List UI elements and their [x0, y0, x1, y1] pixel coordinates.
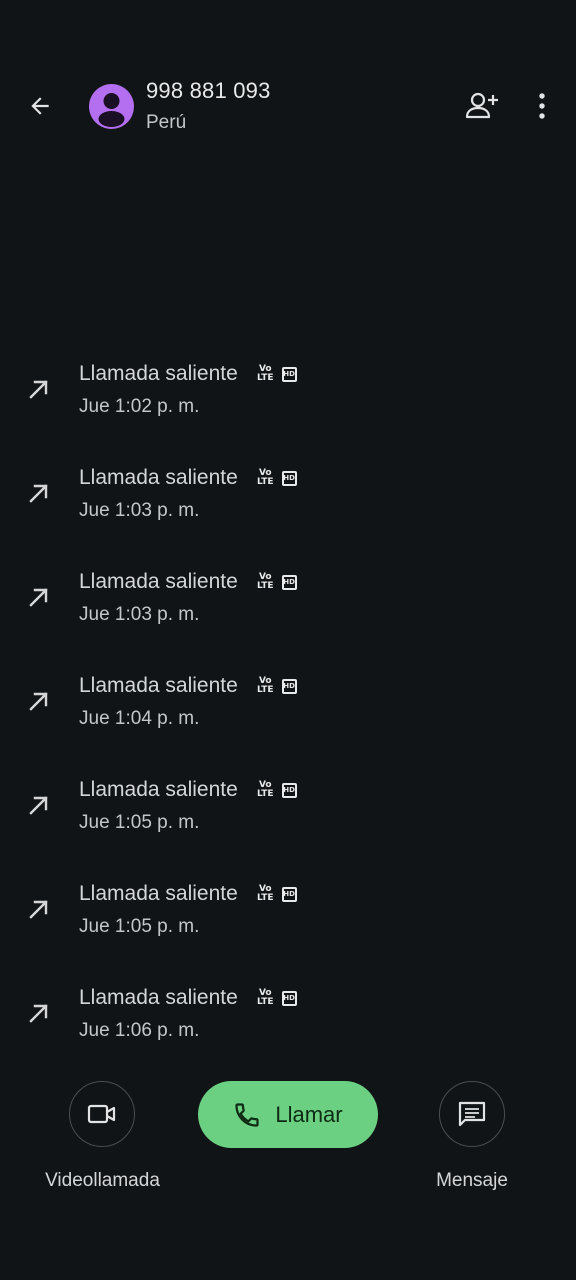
message-label: Mensaje: [436, 1170, 508, 1191]
message-icon: [458, 1101, 486, 1127]
arrow-back-icon: [31, 97, 49, 115]
volte-icon: Vo LTE: [257, 989, 274, 1007]
outgoing-call-icon: [29, 380, 48, 399]
message-button[interactable]: [439, 1081, 505, 1147]
call-history-item[interactable]: Llamada saliente Vo LTE HD Jue 1:03 p. m…: [0, 454, 576, 558]
outgoing-call-icon: [29, 1004, 48, 1023]
call-history-item[interactable]: Llamada saliente Vo LTE HD Jue 1:04 p. m…: [0, 662, 576, 766]
call-time: Jue 1:04 p. m.: [79, 708, 200, 729]
call-history-item[interactable]: Llamada saliente Vo LTE HD Jue 1:02 p. m…: [0, 350, 576, 454]
contact-header: 998 881 093 Perú: [0, 0, 576, 180]
volte-icon: Vo LTE: [257, 885, 274, 903]
volte-icon: Vo LTE: [257, 781, 274, 799]
call-badges: Vo LTE HD: [257, 674, 297, 698]
hd-icon: HD: [281, 678, 297, 694]
action-bar: Videollamada Llamar Mensaje: [0, 1070, 576, 1220]
phone-icon: [235, 1102, 259, 1127]
volte-icon: Vo LTE: [257, 469, 274, 487]
hd-icon: HD: [281, 886, 297, 902]
call-badges: Vo LTE HD: [257, 362, 297, 386]
video-call-button[interactable]: [69, 1081, 135, 1147]
volte-bottom-text: LTE: [257, 685, 274, 695]
contact-country: Perú: [146, 112, 187, 133]
call-time: Jue 1:06 p. m.: [79, 1020, 200, 1041]
call-type-label: Llamada saliente: [79, 986, 238, 1009]
call-history-item[interactable]: Llamada saliente Vo LTE HD Jue 1:05 p. m…: [0, 766, 576, 870]
call-time: Jue 1:02 p. m.: [79, 396, 200, 417]
avatar[interactable]: [89, 84, 134, 129]
outgoing-call-icon: [29, 588, 48, 607]
volte-bottom-text: LTE: [257, 373, 274, 383]
call-time: Jue 1:05 p. m.: [79, 916, 200, 937]
hd-icon: HD: [281, 470, 297, 486]
hd-icon: HD: [281, 782, 297, 798]
call-badges: Vo LTE HD: [257, 778, 297, 802]
call-time: Jue 1:05 p. m.: [79, 812, 200, 833]
more-options-button[interactable]: [520, 84, 564, 128]
call-time: Jue 1:03 p. m.: [79, 500, 200, 521]
outgoing-call-icon: [29, 900, 48, 919]
outgoing-call-icon: [29, 796, 48, 815]
hd-icon: HD: [281, 574, 297, 590]
volte-bottom-text: LTE: [257, 477, 274, 487]
volte-bottom-text: LTE: [257, 893, 274, 903]
outgoing-call-icon: [29, 484, 48, 503]
hd-icon: HD: [281, 366, 297, 382]
call-button[interactable]: Llamar: [198, 1081, 378, 1148]
volte-icon: Vo LTE: [257, 365, 274, 383]
call-badges: Vo LTE HD: [257, 466, 297, 490]
call-badges: Vo LTE HD: [257, 986, 297, 1010]
contact-number: 998 881 093: [146, 78, 271, 103]
volte-icon: Vo LTE: [257, 573, 274, 591]
call-type-label: Llamada saliente: [79, 882, 238, 905]
video-call-label: Videollamada: [45, 1170, 160, 1191]
call-type-label: Llamada saliente: [79, 570, 238, 593]
call-type-label: Llamada saliente: [79, 674, 238, 697]
person-add-icon: [465, 92, 498, 119]
hd-icon: HD: [281, 990, 297, 1006]
call-type-label: Llamada saliente: [79, 466, 238, 489]
outgoing-call-icon: [29, 692, 48, 711]
volte-icon: Vo LTE: [257, 677, 274, 695]
videocam-icon: [87, 1104, 116, 1124]
call-history-list: Llamada saliente Vo LTE HD Jue 1:02 p. m…: [0, 350, 576, 1078]
call-type-label: Llamada saliente: [79, 362, 238, 385]
volte-bottom-text: LTE: [257, 997, 274, 1007]
call-badges: Vo LTE HD: [257, 570, 297, 594]
call-badges: Vo LTE HD: [257, 882, 297, 906]
call-history-item[interactable]: Llamada saliente Vo LTE HD Jue 1:03 p. m…: [0, 558, 576, 662]
volte-bottom-text: LTE: [257, 789, 274, 799]
call-history-item[interactable]: Llamada saliente Vo LTE HD Jue 1:06 p. m…: [0, 974, 576, 1078]
person-icon: [98, 93, 125, 127]
back-button[interactable]: [18, 84, 62, 128]
call-type-label: Llamada saliente: [79, 778, 238, 801]
volte-bottom-text: LTE: [257, 581, 274, 591]
call-time: Jue 1:03 p. m.: [79, 604, 200, 625]
more-vert-icon: [539, 93, 545, 119]
call-history-item[interactable]: Llamada saliente Vo LTE HD Jue 1:05 p. m…: [0, 870, 576, 974]
add-contact-button[interactable]: [460, 84, 504, 128]
call-button-label: Llamar: [275, 1101, 343, 1127]
